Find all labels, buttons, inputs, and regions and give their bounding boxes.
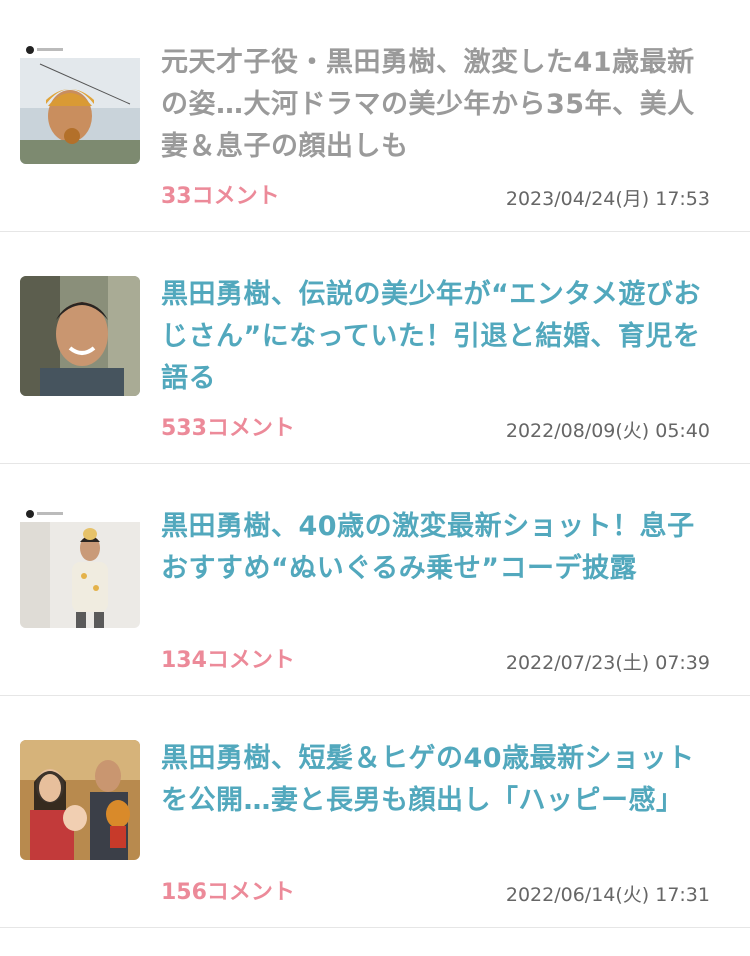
article-date: 2022/06/14(火) 17:31 <box>505 884 710 906</box>
thumbnail-image <box>20 276 140 396</box>
comment-count: 156コメント <box>161 880 295 905</box>
article-item[interactable]: 黒田勇樹、短髪＆ヒゲの40歳最新ショットを公開…妻と長男も顔出し「ハッピー感」 … <box>0 696 750 928</box>
article-title[interactable]: 黒田勇樹、短髪＆ヒゲの40歳最新ショットを公開…妻と長男も顔出し「ハッピー感」 <box>161 738 721 822</box>
article-list: 元天才子役・黒田勇樹、激変した41歳最新の姿…大河ドラマの美少年から35年、美人… <box>0 0 750 928</box>
article-thumbnail[interactable] <box>20 740 140 860</box>
article-title[interactable]: 黒田勇樹、伝説の美少年が“エンタメ遊びおじさん”になっていた！引退と結婚、育児を… <box>161 274 721 400</box>
thumbnail-image <box>20 44 140 164</box>
article-item[interactable]: 黒田勇樹、伝説の美少年が“エンタメ遊びおじさん”になっていた！引退と結婚、育児を… <box>0 232 750 464</box>
article-thumbnail[interactable] <box>20 276 140 396</box>
article-title[interactable]: 元天才子役・黒田勇樹、激変した41歳最新の姿…大河ドラマの美少年から35年、美人… <box>161 42 721 168</box>
article-title[interactable]: 黒田勇樹、40歳の激変最新ショット！息子おすすめ“ぬいぐるみ乗せ”コーデ披露 <box>161 506 721 590</box>
comment-count: 533コメント <box>161 416 295 441</box>
comment-count: 33コメント <box>161 184 280 209</box>
article-item[interactable]: 元天才子役・黒田勇樹、激変した41歳最新の姿…大河ドラマの美少年から35年、美人… <box>0 0 750 232</box>
thumbnail-image <box>20 508 140 628</box>
article-date: 2023/04/24(月) 17:53 <box>505 188 710 210</box>
article-thumbnail[interactable] <box>20 44 140 164</box>
article-item[interactable]: 黒田勇樹、40歳の激変最新ショット！息子おすすめ“ぬいぐるみ乗せ”コーデ披露 1… <box>0 464 750 696</box>
article-thumbnail[interactable] <box>20 508 140 628</box>
comment-count: 134コメント <box>161 648 295 673</box>
article-date: 2022/08/09(火) 05:40 <box>505 420 710 442</box>
thumbnail-image <box>20 740 140 860</box>
article-date: 2022/07/23(土) 07:39 <box>505 652 710 674</box>
